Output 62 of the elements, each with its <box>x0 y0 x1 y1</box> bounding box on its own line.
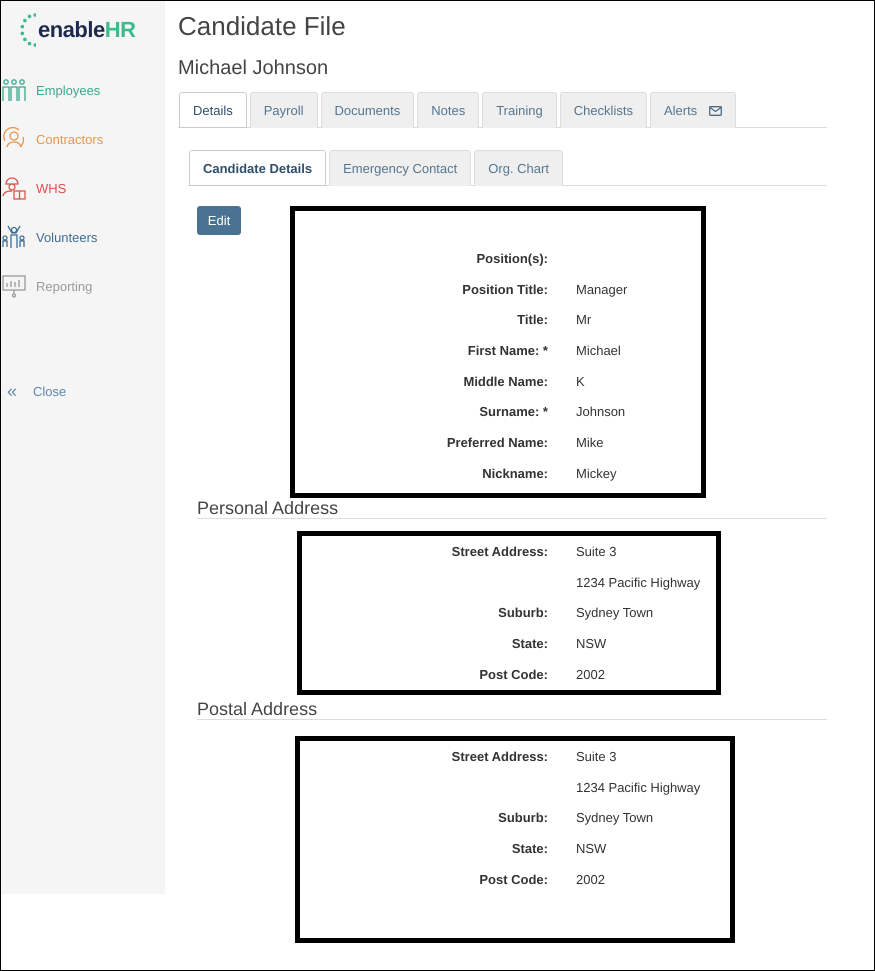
field-label: Nickname: <box>482 466 548 481</box>
field-value: 2002 <box>576 872 605 887</box>
field-value: Manager <box>576 282 628 297</box>
field-label: Street Address: <box>452 748 548 764</box>
field-label: Post Code: <box>479 666 548 682</box>
sidebar-item[interactable]: WHS <box>1 176 165 200</box>
tab[interactable]: Emergency Contact <box>329 150 472 186</box>
section-heading: Postal Address <box>197 699 318 719</box>
sidebar-item[interactable]: Employees <box>1 78 165 102</box>
field-value: Johnson <box>576 404 626 420</box>
field-value: Mr <box>576 312 592 328</box>
tab[interactable]: Candidate Details <box>189 150 326 186</box>
field-label: Middle Name: <box>463 374 548 389</box>
close-link[interactable]: Close <box>33 384 66 399</box>
field-value: NSW <box>576 840 606 856</box>
worker-icon <box>2 176 26 200</box>
field-value: 2002 <box>576 666 605 682</box>
field-label: Position Title: <box>462 282 548 297</box>
tab[interactable]: Alerts <box>650 92 736 128</box>
field-label: First Name: * <box>468 342 548 358</box>
field-value: Michael <box>576 342 621 358</box>
dot-ring-icon <box>20 13 36 47</box>
volunteers-icon <box>2 225 26 249</box>
tab[interactable]: Documents <box>320 92 414 128</box>
tab[interactable]: Checklists <box>560 92 647 128</box>
tab[interactable]: Notes <box>417 92 480 128</box>
field-value: Sydney Town <box>576 810 654 826</box>
field-value: NSW <box>576 636 606 651</box>
double-chevron-icon[interactable]: « <box>7 381 18 402</box>
field-value: 1234 Pacific Highway <box>576 574 700 590</box>
field-value: Sydney Town <box>576 605 654 620</box>
field-label: Preferred Name: <box>446 434 548 450</box>
field-label: State: <box>512 636 548 651</box>
tab[interactable]: Payroll <box>250 92 318 128</box>
field-value: Suite 3 <box>576 544 616 559</box>
field-label: Street Address: <box>452 544 548 559</box>
presentation-board-icon <box>2 274 26 298</box>
sidebar-item[interactable]: Reporting <box>1 274 165 298</box>
people-icon <box>2 78 26 102</box>
field-label: Surname: * <box>479 404 548 420</box>
field-label: Post Code: <box>479 872 548 887</box>
field-label: Suburb: <box>498 605 548 620</box>
field-label: State: <box>512 840 548 856</box>
edit-button[interactable]: Edit <box>197 206 241 235</box>
tab[interactable]: Training <box>482 92 557 128</box>
page-title: Candidate File <box>178 10 347 42</box>
tab[interactable]: Details <box>179 92 247 128</box>
field-label: Suburb: <box>498 810 548 826</box>
section-heading: Personal Address <box>197 498 338 518</box>
sidebar-item[interactable]: Volunteers <box>1 225 165 249</box>
logo: enableHR <box>20 13 136 47</box>
candidate-name: Michael Johnson <box>178 56 330 81</box>
field-label: Title: <box>517 312 548 328</box>
sidebar-item[interactable]: Contractors <box>1 127 165 151</box>
field-value: K <box>576 374 585 389</box>
field-value: Mickey <box>576 466 616 481</box>
envelope-icon <box>709 106 722 116</box>
field-value: Suite 3 <box>576 748 616 764</box>
field-value: 1234 Pacific Highway <box>576 780 700 795</box>
field-value: Mike <box>576 434 604 450</box>
field-label: Position(s): <box>476 250 548 266</box>
tab[interactable]: Org. Chart <box>474 150 563 186</box>
